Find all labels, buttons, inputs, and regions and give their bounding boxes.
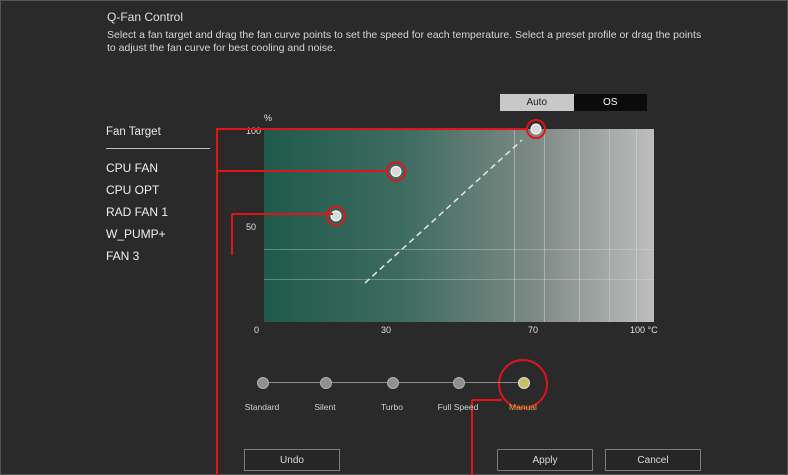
undo-button[interactable]: Undo	[244, 449, 340, 471]
preset-label-full-speed[interactable]: Full Speed	[423, 402, 493, 412]
preset-label-standard[interactable]: Standard	[227, 402, 297, 412]
preset-dot-turbo[interactable]	[387, 377, 399, 389]
curve-point-1[interactable]	[330, 210, 342, 222]
preset-label-manual[interactable]: Manual	[488, 402, 558, 412]
curve-point-2[interactable]	[390, 165, 402, 177]
curve-point-3[interactable]	[530, 123, 542, 135]
preset-dot-manual[interactable]	[518, 377, 530, 389]
highlight-line-1	[216, 128, 527, 475]
highlight-annotations	[216, 128, 548, 475]
reference-diagonal	[364, 139, 523, 284]
preset-label-turbo[interactable]: Turbo	[357, 402, 427, 412]
apply-button[interactable]: Apply	[497, 449, 593, 471]
preset-dot-silent[interactable]	[320, 377, 332, 389]
preset-label-silent[interactable]: Silent	[290, 402, 360, 412]
preset-dot-full-speed[interactable]	[453, 377, 465, 389]
cancel-button[interactable]: Cancel	[605, 449, 701, 471]
preset-dot-standard[interactable]	[257, 377, 269, 389]
